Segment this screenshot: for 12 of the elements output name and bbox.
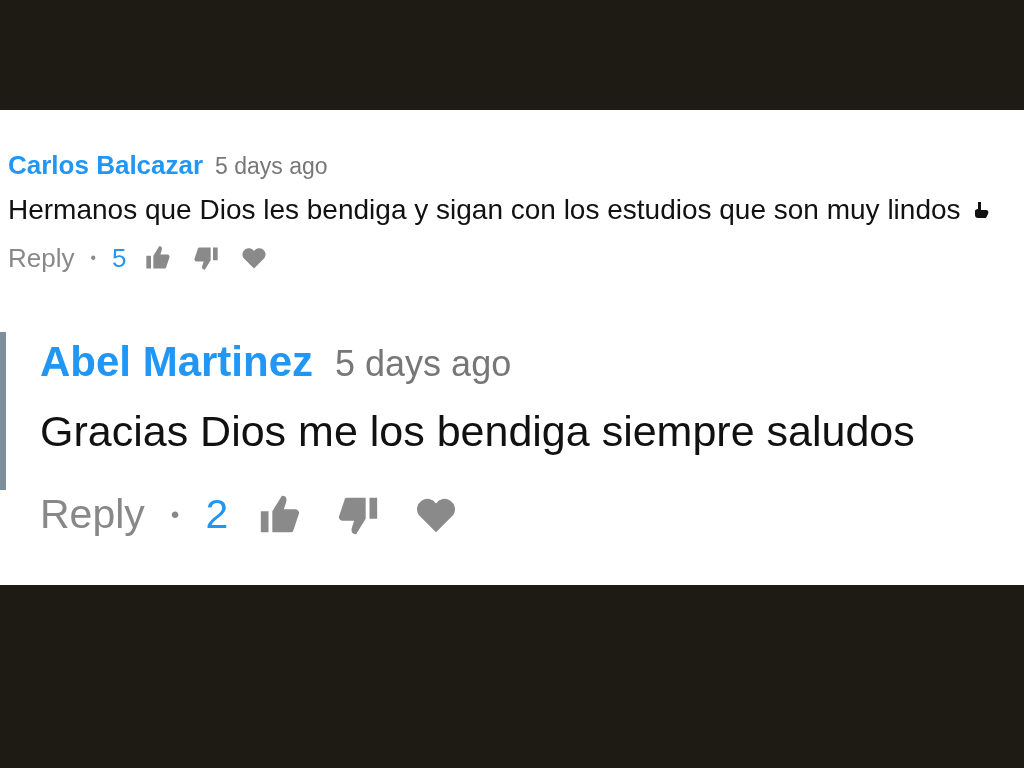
like-count: 2 [205,489,229,539]
separator-dot: • [170,499,180,530]
timestamp: 5 days ago [215,153,328,181]
comment-text: Hermanos que Dios les bendiga y sigan con los estudios que son muy lindos [8,193,961,227]
author-name: Abel Martinez [40,336,314,387]
reply-link[interactable]: Reply [40,489,145,540]
separator-dot: • [90,249,96,268]
comment-text: Gracias Dios me los bendiga siempre saludos [40,406,915,458]
reply-link[interactable]: Reply [8,242,75,274]
like-count: 5 [111,242,127,274]
timestamp: 5 days ago [335,341,512,386]
author-name: Carlos Balcazar [8,150,204,182]
